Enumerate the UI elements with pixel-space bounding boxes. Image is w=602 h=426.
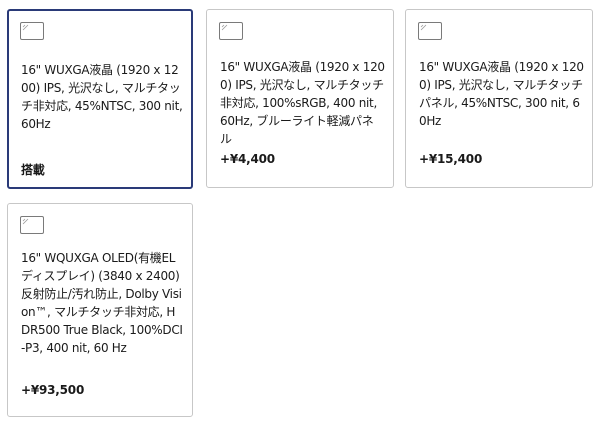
display-option-card-3[interactable]: 16" WUXGA液晶 (1920 x 1200) IPS, 光沢なし, マルチ… [405, 9, 593, 188]
display-thumbnail-icon [20, 216, 44, 234]
option-description: 16" WQUXGA OLED(有機ELディスプレイ) (3840 x 2400… [21, 251, 183, 355]
display-option-card-1[interactable]: 16" WUXGA液晶 (1920 x 1200) IPS, 光沢なし, マルチ… [7, 9, 193, 189]
option-price: +¥15,400 [419, 152, 483, 166]
display-option-card-4[interactable]: 16" WQUXGA OLED(有機ELディスプレイ) (3840 x 2400… [7, 203, 193, 417]
display-thumbnail-icon [418, 22, 442, 40]
option-description: 16" WUXGA液晶 (1920 x 1200) IPS, 光沢なし, マルチ… [21, 63, 183, 131]
option-price: +¥4,400 [220, 152, 275, 166]
option-description: 16" WUXGA液晶 (1920 x 1200) IPS, 光沢なし, マルチ… [220, 60, 385, 146]
option-price: 搭載 [21, 163, 45, 177]
option-description: 16" WUXGA液晶 (1920 x 1200) IPS, 光沢なし, マルチ… [419, 60, 584, 128]
display-option-card-2[interactable]: 16" WUXGA液晶 (1920 x 1200) IPS, 光沢なし, マルチ… [206, 9, 394, 188]
option-price: +¥93,500 [21, 383, 85, 397]
display-thumbnail-icon [219, 22, 243, 40]
display-thumbnail-icon [20, 22, 44, 40]
